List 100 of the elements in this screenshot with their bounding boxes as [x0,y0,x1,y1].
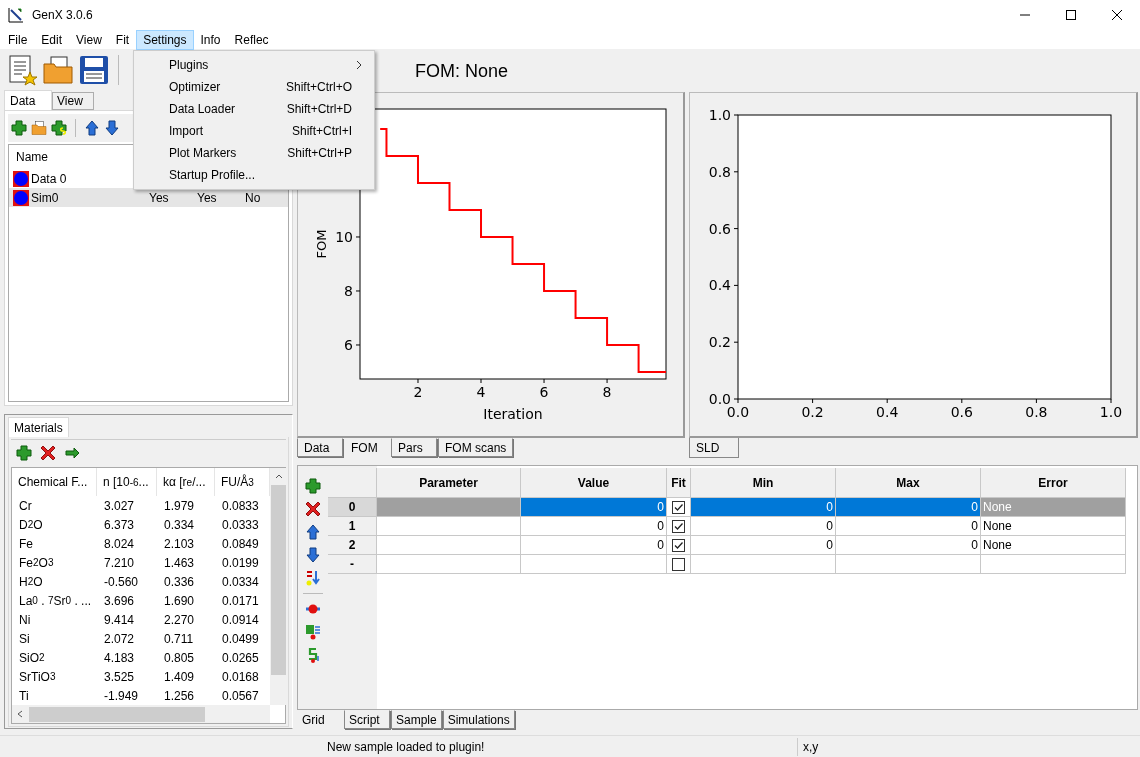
down-arrow-icon[interactable] [305,547,321,563]
tick-label: 0.6 [708,220,731,237]
table-cell-text: 8.024 [103,535,136,553]
menu-option[interactable]: Data Loader Shift+Ctrl+D [136,98,372,120]
menu-item[interactable]: Info [193,30,228,50]
tick-label: 0.0 [726,404,750,420]
tab[interactable]: SLD [689,438,739,458]
table-cell-text: 3.696 [103,592,136,610]
new-document-icon[interactable] [6,54,38,86]
table-cell-text: Fe [18,535,34,553]
column-header[interactable]: Min [691,468,836,498]
axis-label: Iteration [483,406,543,422]
checkbox[interactable] [672,519,685,533]
table-cell: 0 [836,536,981,555]
menu-item[interactable]: Reflec [227,30,276,50]
up-arrow-icon[interactable] [84,120,100,136]
up-arrow-icon[interactable] [305,524,321,540]
plus-dollar-icon[interactable] [51,120,67,136]
row-header[interactable]: 0 [328,498,377,517]
table-cell-text: 0.0171 [221,592,260,610]
tick-label: 0.6 [950,404,973,420]
table-cell-text: Si [18,630,31,648]
plus-icon[interactable] [305,478,321,494]
menu-item[interactable]: Settings [136,30,194,50]
table-cell-text: 0.0833 [221,497,260,515]
tab[interactable]: Sample [391,710,442,729]
close-icon[interactable] [1112,10,1122,20]
column-header[interactable]: Fit [667,468,691,498]
checkbox[interactable] [672,557,685,571]
status-message: New sample loaded to plugin! [322,737,798,756]
data-name: Data 0 [31,171,67,186]
tab[interactable]: Script [344,710,390,729]
checkbox[interactable] [672,538,685,552]
tab[interactable]: Data [297,438,343,457]
table-cell-text: 7.210 [103,554,136,572]
table-cell-text: 1.463 [163,554,196,572]
tab[interactable]: View [52,92,94,110]
folder-icon[interactable] [31,120,47,136]
tick-label: 4 [476,384,486,400]
down-arrow-icon[interactable] [104,120,120,136]
column-header[interactable]: Error [981,468,1126,498]
column-header[interactable]: Chemical F... [12,468,97,496]
menu-item[interactable]: View [69,30,109,50]
tick-label: 1.0 [1099,404,1123,420]
column-header[interactable]: Parameter [377,468,521,498]
column-header[interactable]: Max [836,468,981,498]
table-cell-text: 0.334 [163,516,196,534]
list-cell-text: No [245,190,262,205]
tab[interactable]: Data [4,90,52,110]
menu-item[interactable]: Edit [34,30,70,50]
row-header[interactable]: - [328,555,377,574]
menu-option[interactable]: Plugins [136,54,372,76]
menu-option[interactable]: Startup Profile... [136,164,372,186]
menu-item[interactable]: Fit [108,30,137,50]
data-name: Sim0 [31,190,59,205]
table-cell-text: 0.0849 [221,535,260,553]
table-cell-text: 0.0499 [221,630,260,648]
table-cell: 0 [521,498,667,517]
sort-icon[interactable] [305,570,321,586]
table-cell: 0 [836,517,981,536]
data-row[interactable]: Sim0 Yes Yes No [9,188,288,207]
checkbox[interactable] [672,500,685,514]
menu-item[interactable]: File [1,30,35,50]
column-header: Name [16,150,48,164]
tab[interactable]: FOM scans [438,438,514,457]
table-cell: None [981,517,1126,536]
tick-label: 0.2 [801,404,824,420]
data-marker-icon [13,170,29,187]
list-cell-text: Yes [197,190,218,205]
menu-option[interactable]: Optimizer Shift+Ctrl+O [136,76,372,98]
scrollbar[interactable] [12,705,270,723]
table-cell-text: 6.373 [103,516,136,534]
scrollbar[interactable] [270,468,287,705]
table-cell-text: 1.256 [163,687,196,705]
table-cell-text: -1.949 [103,687,140,705]
row-header[interactable]: 2 [328,536,377,555]
column-header[interactable]: Value [521,468,667,498]
menu-option[interactable]: Plot Markers Shift+Ctrl+P [136,142,372,164]
table-cell-text: 2.103 [163,535,196,553]
menu-option[interactable]: Import Shift+Ctrl+I [136,120,372,142]
table-cell-text: 3.027 [103,497,136,515]
folder-icon[interactable] [42,54,74,86]
row-header[interactable]: 1 [328,517,377,536]
delete-icon[interactable] [305,501,321,517]
delete-icon[interactable] [40,444,56,461]
tab[interactable]: Materials [8,417,69,437]
tick-label: 0.4 [708,277,731,294]
maximize-icon[interactable] [1066,10,1076,20]
tick-label: 1.0 [708,107,731,123]
cursor-coordinates: x,y [802,739,819,754]
tab[interactable]: Pars [391,438,437,457]
plus-icon[interactable] [11,120,27,136]
tick-label: 0.0 [708,391,731,407]
plus-icon[interactable] [16,444,32,461]
save-icon[interactable] [78,54,110,86]
tick-label: 8 [344,283,353,299]
tab[interactable]: Simulations [442,710,515,729]
table-cell: 0 [691,517,836,536]
stack-icon[interactable] [305,624,321,640]
table-cell-text: 0.805 [163,649,196,667]
